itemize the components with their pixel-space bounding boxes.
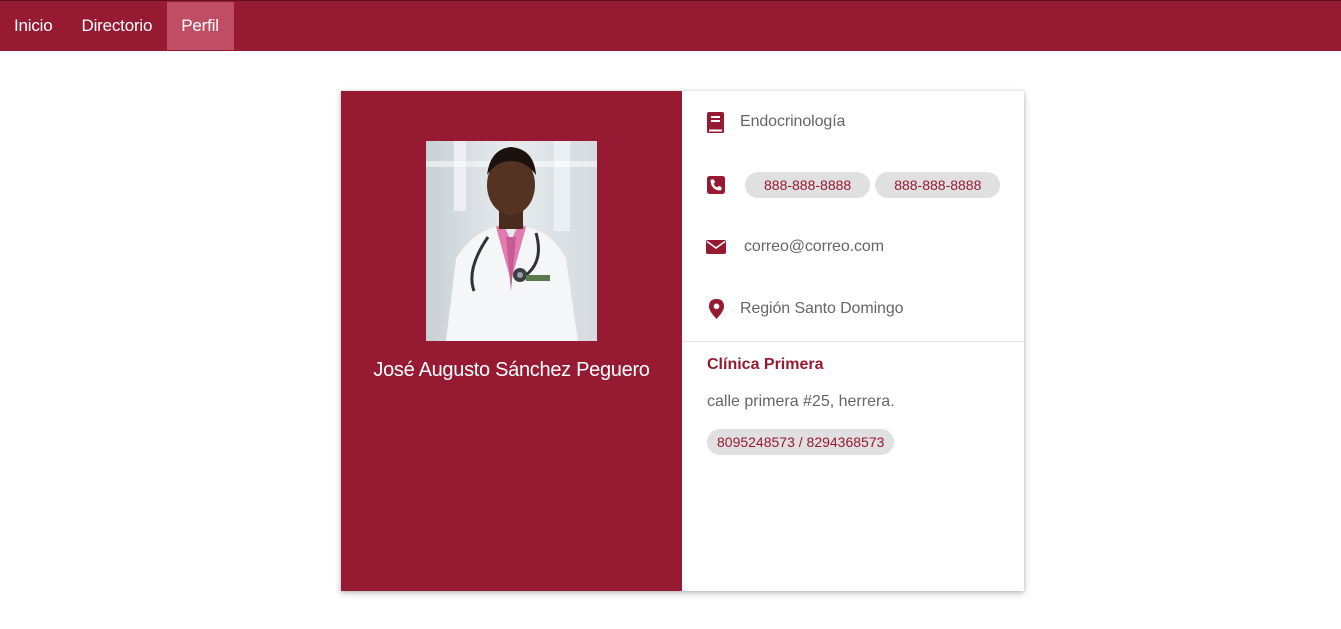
phone-icon (706, 174, 726, 196)
map-marker-icon (706, 298, 726, 320)
email-text[interactable]: correo@correo.com (744, 238, 884, 256)
doctor-name: José Augusto Sánchez Peguero (373, 359, 650, 381)
email-row: correo@correo.com (706, 236, 884, 258)
nav-item-inicio[interactable]: Inicio (0, 2, 68, 50)
top-navbar: Inicio Directorio Perfil (0, 0, 1341, 51)
phone-pill-1[interactable]: 888-888-8888 (745, 172, 871, 198)
clinic-phone-pill[interactable]: 8095248573 / 8294368573 (707, 429, 895, 455)
specialty-text: Endocrinología (740, 113, 846, 130)
doctor-photo (426, 141, 597, 341)
profile-card-right-panel: Endocrinología 888-888-8888 888-888-8888 (682, 91, 1024, 591)
book-icon (706, 111, 726, 133)
region-text: Región Santo Domingo (740, 300, 904, 317)
nav-item-perfil[interactable]: Perfil (167, 2, 234, 50)
doctor-photo-illustration (426, 141, 597, 341)
clinic-name: Clínica Primera (707, 356, 824, 373)
section-divider (682, 341, 1024, 342)
envelope-icon (706, 236, 726, 258)
location-row: Región Santo Domingo (706, 298, 904, 320)
clinic-address: calle primera #25, herrera. (707, 393, 895, 410)
phone-pill-2[interactable]: 888-888-8888 (875, 172, 1001, 198)
nav-item-directorio[interactable]: Directorio (68, 2, 168, 50)
profile-card: José Augusto Sánchez Peguero Endocrinolo… (341, 91, 1024, 591)
phone-row: 888-888-8888 888-888-8888 (706, 172, 1001, 198)
profile-card-left-panel: José Augusto Sánchez Peguero (341, 91, 682, 591)
clinic-phones: 8095248573 / 8294368573 (707, 429, 895, 455)
specialty-row: Endocrinología (706, 111, 845, 133)
